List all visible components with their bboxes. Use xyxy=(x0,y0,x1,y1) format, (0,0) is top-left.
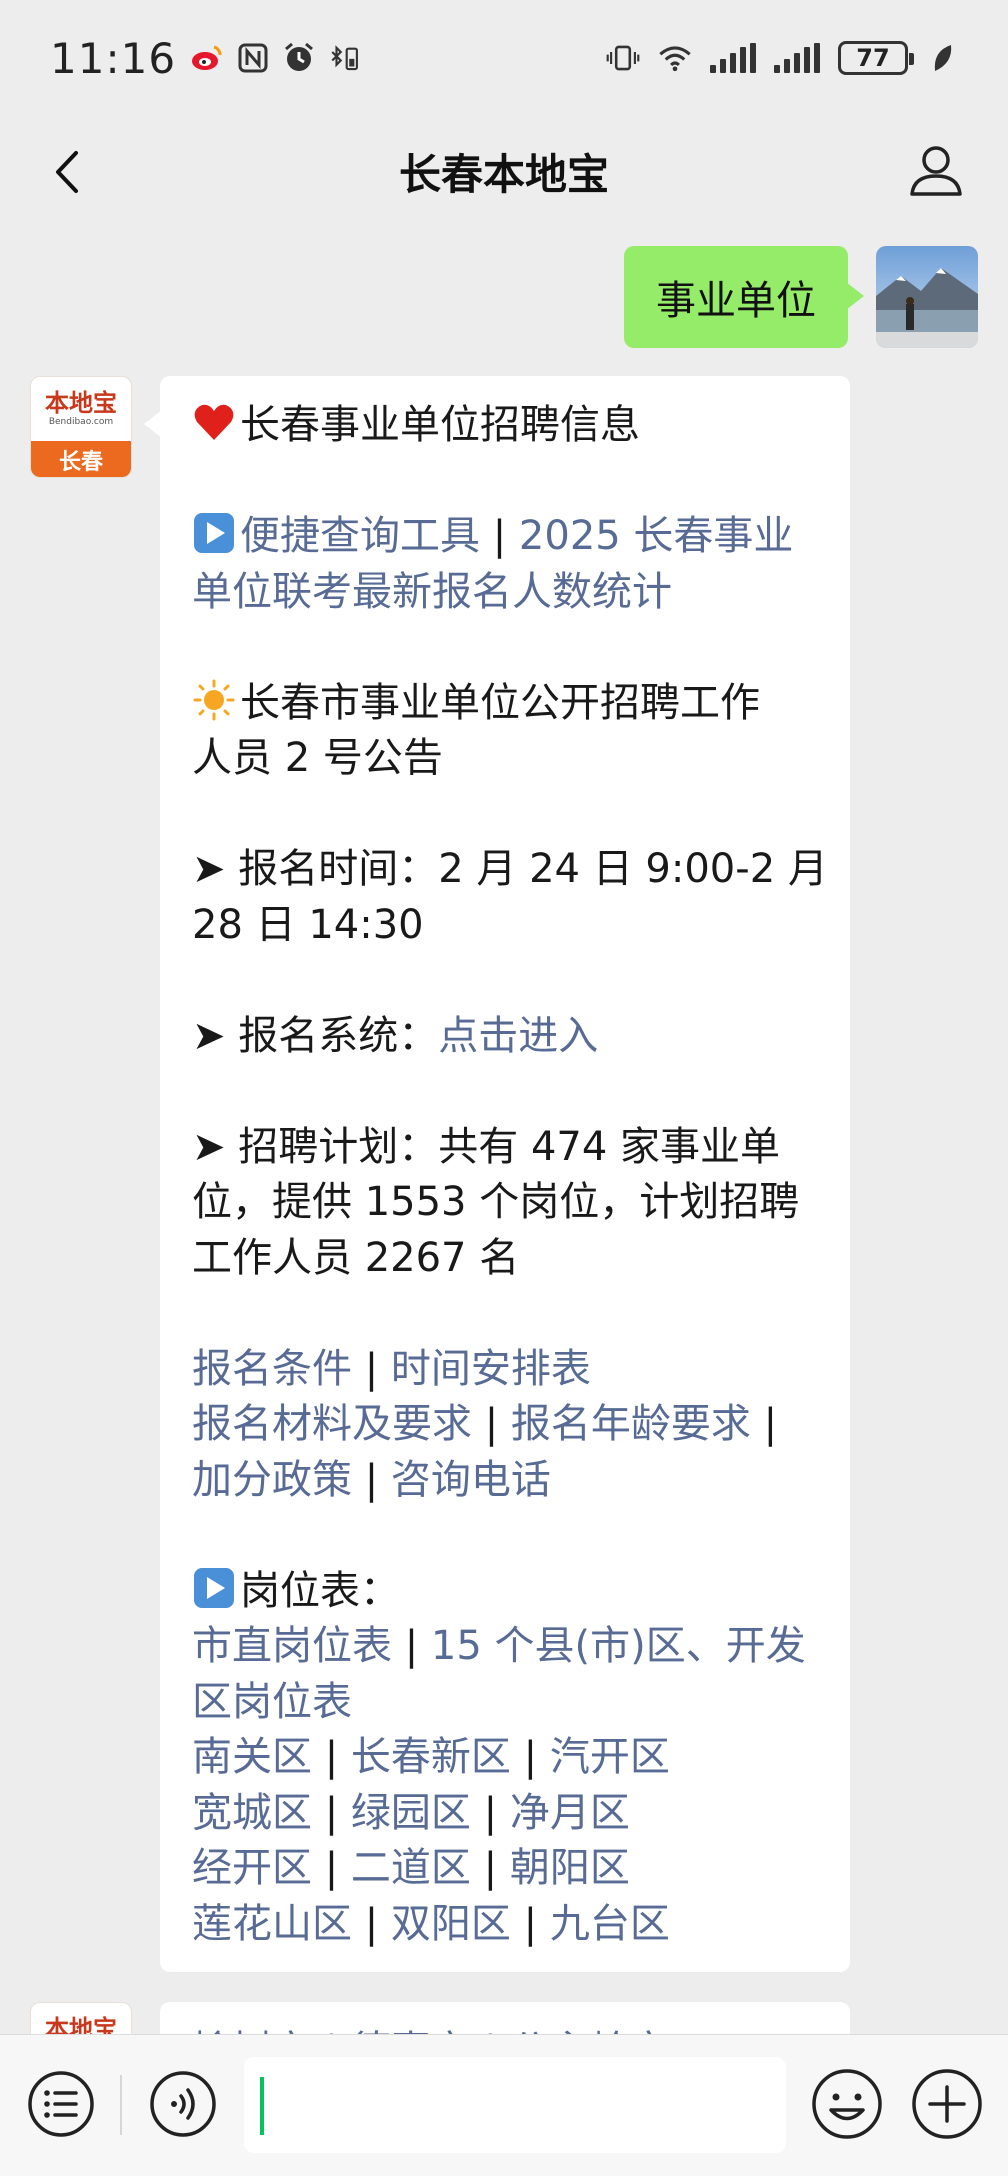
announcement-line-1: 长春市事业单位公开招聘工作 xyxy=(192,676,820,732)
person-icon xyxy=(910,146,962,196)
district-row: 莲花山区 | 双阳区 | 九台区 xyxy=(192,1900,670,1947)
logo-text: 本地宝 xyxy=(45,389,117,417)
notification-icons xyxy=(190,41,362,75)
voice-button[interactable] xyxy=(148,2069,218,2139)
logo-city: 长春 xyxy=(31,441,131,477)
signal-icon-1 xyxy=(710,43,756,73)
tool-line-1: 便捷查询工具 | 2025 长春事业 xyxy=(192,509,820,565)
emoji-button[interactable] xyxy=(810,2067,884,2141)
bot-message-bubble: 长春事业单位招聘信息 便捷查询工具 | 2025 长春事业 单位联考最新报名人数… xyxy=(144,376,850,1972)
link-county-posts-cont[interactable]: 区岗位表 xyxy=(192,1675,820,1731)
plan-line-2: 位，提供 1553 个岗位，计划招聘 xyxy=(192,1179,800,1225)
reg-system-line: ➤ 报名系统：点击进入 xyxy=(192,1009,820,1065)
status-left: 11:16 xyxy=(50,34,362,83)
plus-icon xyxy=(912,2069,982,2139)
user-avatar[interactable] xyxy=(876,246,978,348)
link-conditions[interactable]: 报名条件 xyxy=(192,1346,352,1392)
partial-links-line[interactable]: 榆树市 | 德惠市 | 公主岭市 xyxy=(192,2024,820,2034)
chat-area[interactable]: 事业单位 本地宝 Bendibao.com 长春 长春事业单位招聘信息 便捷查询… xyxy=(0,226,1008,2034)
link-city-posts[interactable]: 市直岗位表 xyxy=(192,1623,392,1669)
play-button-icon xyxy=(194,1567,234,1608)
tool-prefix-link[interactable]: 便捷查询工具 xyxy=(240,513,480,559)
district-link[interactable]: 双阳区 xyxy=(391,1901,511,1947)
signal-icon-2 xyxy=(774,43,820,73)
message-title: 长春事业单位招聘信息 xyxy=(240,402,640,448)
nfc-icon xyxy=(236,41,270,75)
divider xyxy=(120,2075,122,2135)
reg-system-link[interactable]: 点击进入 xyxy=(438,1013,598,1059)
link-schedule[interactable]: 时间安排表 xyxy=(391,1346,591,1392)
posts-row-1: 市直岗位表 | 15 个县(市)区、开发 xyxy=(192,1623,806,1669)
message-title-line: 长春事业单位招聘信息 xyxy=(192,398,820,454)
user-message-text: 事业单位 xyxy=(656,278,816,324)
play-button-icon xyxy=(194,513,234,553)
status-right: 77 xyxy=(606,41,960,75)
links-row-2: 报名材料及要求 | 报名年龄要求 | xyxy=(192,1401,778,1447)
battery-indicator: 77 xyxy=(838,41,914,75)
links-row-1: 报名条件 | 时间安排表 xyxy=(192,1345,591,1392)
smiley-icon xyxy=(812,2069,882,2139)
links-row-3: 加分政策 | 咨询电话 xyxy=(192,1456,551,1503)
tool-link-part1[interactable]: 2025 长春事业 xyxy=(519,513,794,559)
district-link[interactable]: 经开区 xyxy=(192,1845,312,1891)
vibrate-icon xyxy=(606,41,640,75)
leaf-icon xyxy=(926,41,960,75)
back-button[interactable] xyxy=(36,142,96,202)
link-county-posts[interactable]: 15 个县(市)区、开发 xyxy=(431,1623,806,1669)
menu-button[interactable] xyxy=(26,2069,96,2139)
sun-icon xyxy=(193,679,235,720)
reg-system-label: ➤ 报名系统： xyxy=(192,1012,439,1059)
bot-avatar[interactable]: 本地宝 Bendibao.com 长春 xyxy=(30,376,132,478)
district-link[interactable]: 朝阳区 xyxy=(510,1845,630,1891)
bendibao-logo: 本地宝 Bendibao.com xyxy=(31,2003,131,2034)
bot-avatar[interactable]: 本地宝 Bendibao.com 长春 xyxy=(30,2002,132,2034)
red-heart-icon xyxy=(194,404,234,440)
bot-message-bubble-2: 榆树市 | 德惠市 | 公主岭市 xyxy=(160,2002,850,2034)
link-age[interactable]: 报名年龄要求 xyxy=(511,1401,751,1447)
reg-time-line-2: 28 日 14:30 xyxy=(192,901,424,948)
district-link[interactable]: 莲花山区 xyxy=(192,1901,352,1947)
status-time: 11:16 xyxy=(50,33,177,83)
alarm-icon xyxy=(282,41,316,75)
district-link[interactable]: 长春新区 xyxy=(351,1734,511,1780)
plan-line-1: ➤ 招聘计划：共有 474 家事业单 xyxy=(192,1123,781,1170)
district-row: 宽城区 | 绿园区 | 净月区 xyxy=(192,1789,630,1836)
chat-header: 长春本地宝 xyxy=(0,116,1008,226)
wifi-icon xyxy=(658,41,692,75)
profile-button[interactable] xyxy=(904,138,968,202)
chevron-left-icon xyxy=(56,151,78,193)
tool-link-part2[interactable]: 单位联考最新报名人数统计 xyxy=(192,565,820,621)
plus-button[interactable] xyxy=(910,2067,984,2141)
logo-text: 本地宝 xyxy=(45,2015,117,2034)
text-cursor xyxy=(260,2077,264,2135)
district-link[interactable]: 绿园区 xyxy=(351,1790,471,1836)
plan-line-3: 工作人员 2267 名 xyxy=(192,1234,520,1281)
district-link[interactable]: 南关区 xyxy=(192,1734,312,1780)
status-bar: 11:16 77 xyxy=(0,0,1008,116)
bendibao-logo: 本地宝 Bendibao.com xyxy=(31,377,131,441)
posts-label-line: 岗位表： xyxy=(192,1564,820,1620)
user-message-bubble[interactable]: 事业单位 xyxy=(624,246,864,348)
link-bonus[interactable]: 加分政策 xyxy=(192,1457,352,1503)
message-input[interactable] xyxy=(244,2057,786,2153)
district-link[interactable]: 九台区 xyxy=(550,1901,670,1947)
link-materials[interactable]: 报名材料及要求 xyxy=(192,1401,472,1447)
district-link[interactable]: 汽开区 xyxy=(550,1734,670,1780)
announcement-line-2: 人员 2 号公告 xyxy=(192,735,443,781)
reg-time-line-1: ➤ 报名时间：2 月 24 日 9:00-2 月 xyxy=(192,846,828,892)
chat-title: 长春本地宝 xyxy=(398,149,609,199)
district-link[interactable]: 净月区 xyxy=(510,1790,630,1836)
input-bar xyxy=(0,2034,1008,2176)
district-row: 南关区 | 长春新区 | 汽开区 xyxy=(192,1734,670,1780)
district-link[interactable]: 宽城区 xyxy=(192,1790,312,1836)
weibo-icon xyxy=(190,41,224,75)
voice-icon xyxy=(150,2071,216,2137)
link-phone[interactable]: 咨询电话 xyxy=(391,1457,551,1503)
district-row: 经开区 | 二道区 | 朝阳区 xyxy=(192,1845,630,1891)
logo-url: Bendibao.com xyxy=(48,417,114,427)
district-link[interactable]: 二道区 xyxy=(351,1845,471,1891)
list-icon xyxy=(28,2071,94,2137)
bluetooth-battery-icon xyxy=(328,41,362,75)
